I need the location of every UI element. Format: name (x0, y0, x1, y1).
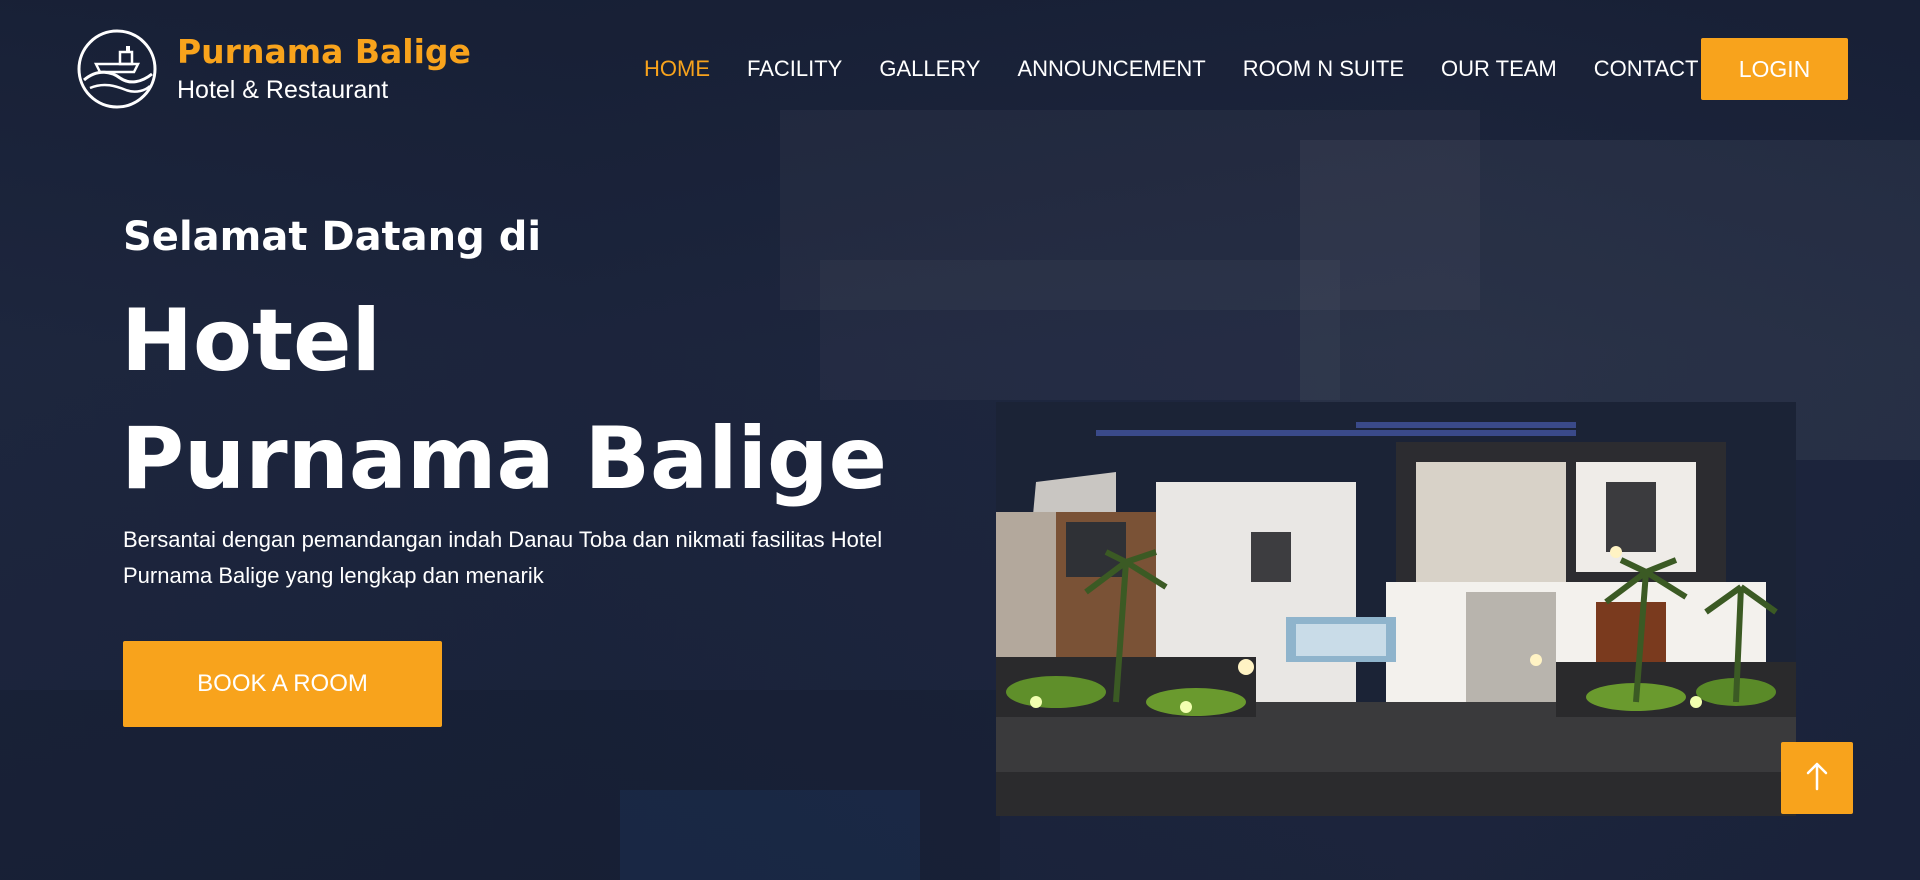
hero-welcome-text: Selamat Datang di (123, 214, 542, 260)
nav-item-home[interactable]: HOME (644, 56, 710, 82)
brand-subtitle: Hotel & Restaurant (177, 76, 389, 104)
page: Purnama Balige Hotel & Restaurant HOME F… (0, 0, 1920, 880)
nav-item-facility[interactable]: FACILITY (747, 56, 842, 82)
nav-item-announcement[interactable]: ANNOUNCEMENT (1017, 56, 1205, 82)
arrow-up-icon (1805, 761, 1829, 796)
nav-item-gallery[interactable]: GALLERY (879, 56, 980, 82)
hotel-photo (996, 402, 1796, 816)
book-a-room-button[interactable]: BOOK A ROOM (123, 641, 442, 727)
nav-item-room-n-suite[interactable]: ROOM N SUITE (1243, 56, 1404, 82)
site-header: Purnama Balige Hotel & Restaurant HOME F… (0, 0, 1920, 140)
background-pool (620, 790, 920, 880)
background-building (820, 260, 1340, 400)
hero-title-line-1: Hotel (121, 291, 381, 391)
login-button[interactable]: LOGIN (1701, 38, 1848, 100)
brand-name[interactable]: Purnama Balige (177, 32, 471, 71)
boat-wave-logo-icon[interactable] (76, 28, 158, 110)
hero-title-line-2: Purnama Balige (121, 409, 887, 509)
main-nav: HOME FACILITY GALLERY ANNOUNCEMENT ROOM … (644, 56, 1735, 82)
hero-description: Bersantai dengan pemandangan indah Danau… (123, 527, 883, 588)
nav-item-our-team[interactable]: OUR TEAM (1441, 56, 1557, 82)
nav-item-contact[interactable]: CONTACT (1594, 56, 1699, 82)
hero-title: Hotel Purnama Balige (121, 282, 887, 518)
back-to-top-button[interactable] (1781, 742, 1853, 814)
